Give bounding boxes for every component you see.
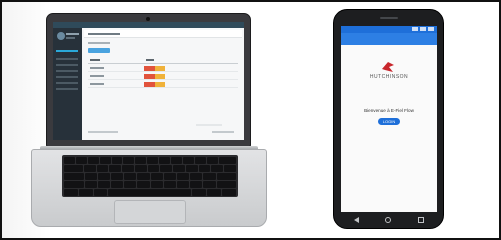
image-border [0,0,501,240]
